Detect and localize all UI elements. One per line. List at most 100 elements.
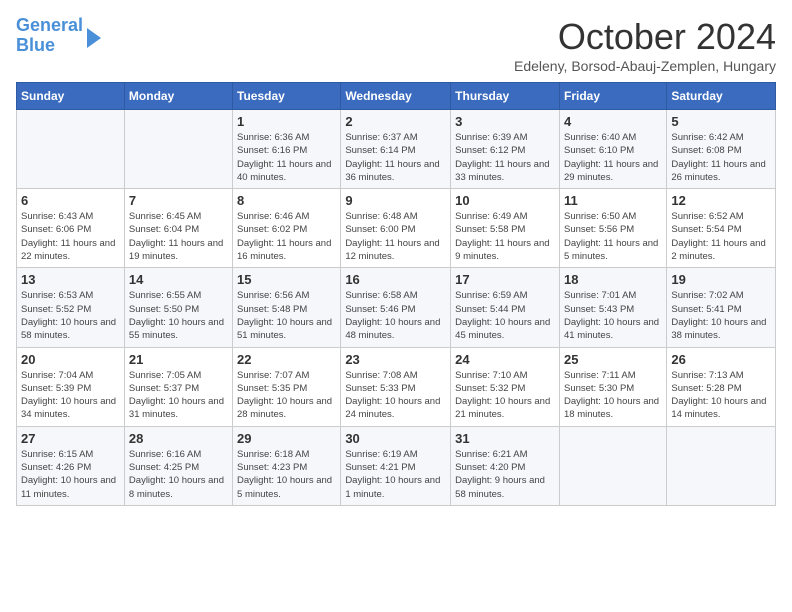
- day-number: 23: [345, 352, 446, 367]
- day-info: Sunrise: 6:46 AM Sunset: 6:02 PM Dayligh…: [237, 210, 336, 263]
- weekday-header-sunday: Sunday: [17, 83, 125, 110]
- calendar-cell: 17Sunrise: 6:59 AM Sunset: 5:44 PM Dayli…: [451, 268, 560, 347]
- calendar-cell: [124, 110, 232, 189]
- weekday-header-row: SundayMondayTuesdayWednesdayThursdayFrid…: [17, 83, 776, 110]
- calendar-cell: 4 Sunrise: 6:40 AM Sunset: 6:10 PM Daylig…: [559, 110, 666, 189]
- day-number: 14: [129, 272, 228, 287]
- day-number: 8: [237, 193, 336, 208]
- calendar-cell: [667, 426, 776, 505]
- day-number: 11: [564, 193, 662, 208]
- calendar-cell: 6 Sunrise: 6:43 AM Sunset: 6:06 PM Daylig…: [17, 189, 125, 268]
- weekday-header-wednesday: Wednesday: [341, 83, 451, 110]
- day-info: Sunrise: 7:02 AM Sunset: 5:41 PM Dayligh…: [671, 289, 771, 342]
- calendar-cell: 13 Sunrise: 6:53 AM Sunset: 5:52 PM Dayli…: [17, 268, 125, 347]
- calendar-cell: 18 Sunrise: 7:01 AM Sunset: 5:43 PM Dayli…: [559, 268, 666, 347]
- month-title: October 2024: [514, 16, 776, 58]
- day-info: Sunrise: 6:36 AM Sunset: 6:16 PM Dayligh…: [237, 131, 336, 184]
- day-info: Sunrise: 6:37 AM Sunset: 6:14 PM Dayligh…: [345, 131, 446, 184]
- day-info: Sunrise: 7:04 AM Sunset: 5:39 PM Dayligh…: [21, 369, 120, 422]
- day-number: 4: [564, 114, 662, 129]
- day-info: Sunrise: 7:08 AM Sunset: 5:33 PM Dayligh…: [345, 369, 446, 422]
- week-row-4: 20 Sunrise: 7:04 AM Sunset: 5:39 PM Dayli…: [17, 347, 776, 426]
- day-number: 1: [237, 114, 336, 129]
- calendar-cell: 24 Sunrise: 7:10 AM Sunset: 5:32 PM Dayli…: [451, 347, 560, 426]
- day-number: 18: [564, 272, 662, 287]
- day-number: 9: [345, 193, 446, 208]
- day-info: Sunrise: 6:19 AM Sunset: 4:21 PM Dayligh…: [345, 448, 446, 501]
- calendar-cell: 15Sunrise: 6:56 AM Sunset: 5:48 PM Dayli…: [233, 268, 341, 347]
- week-row-2: 6 Sunrise: 6:43 AM Sunset: 6:06 PM Daylig…: [17, 189, 776, 268]
- day-info: Sunrise: 7:13 AM Sunset: 5:28 PM Dayligh…: [671, 369, 771, 422]
- day-number: 24: [455, 352, 555, 367]
- day-info: Sunrise: 6:53 AM Sunset: 5:52 PM Dayligh…: [21, 289, 120, 342]
- logo-text: GeneralBlue: [16, 16, 83, 56]
- calendar-cell: 8 Sunrise: 6:46 AM Sunset: 6:02 PM Daylig…: [233, 189, 341, 268]
- day-number: 31: [455, 431, 555, 446]
- week-row-1: 1 Sunrise: 6:36 AM Sunset: 6:16 PM Daylig…: [17, 110, 776, 189]
- calendar-cell: 10Sunrise: 6:49 AM Sunset: 5:58 PM Dayli…: [451, 189, 560, 268]
- calendar-cell: 27Sunrise: 6:15 AM Sunset: 4:26 PM Dayli…: [17, 426, 125, 505]
- day-info: Sunrise: 6:50 AM Sunset: 5:56 PM Dayligh…: [564, 210, 662, 263]
- day-info: Sunrise: 6:52 AM Sunset: 5:54 PM Dayligh…: [671, 210, 771, 263]
- location-subtitle: Edeleny, Borsod-Abauj-Zemplen, Hungary: [514, 58, 776, 74]
- week-row-3: 13 Sunrise: 6:53 AM Sunset: 5:52 PM Dayli…: [17, 268, 776, 347]
- day-number: 22: [237, 352, 336, 367]
- calendar-cell: 29Sunrise: 6:18 AM Sunset: 4:23 PM Dayli…: [233, 426, 341, 505]
- day-number: 6: [21, 193, 120, 208]
- calendar-cell: 26 Sunrise: 7:13 AM Sunset: 5:28 PM Dayli…: [667, 347, 776, 426]
- day-number: 13: [21, 272, 120, 287]
- day-number: 5: [671, 114, 771, 129]
- day-number: 12: [671, 193, 771, 208]
- day-info: Sunrise: 6:48 AM Sunset: 6:00 PM Dayligh…: [345, 210, 446, 263]
- calendar-cell: 5 Sunrise: 6:42 AM Sunset: 6:08 PM Daylig…: [667, 110, 776, 189]
- day-number: 25: [564, 352, 662, 367]
- day-info: Sunrise: 7:10 AM Sunset: 5:32 PM Dayligh…: [455, 369, 555, 422]
- day-info: Sunrise: 7:07 AM Sunset: 5:35 PM Dayligh…: [237, 369, 336, 422]
- day-info: Sunrise: 6:56 AM Sunset: 5:48 PM Dayligh…: [237, 289, 336, 342]
- day-number: 21: [129, 352, 228, 367]
- day-info: Sunrise: 6:21 AM Sunset: 4:20 PM Dayligh…: [455, 448, 555, 501]
- day-number: 20: [21, 352, 120, 367]
- calendar-cell: 1 Sunrise: 6:36 AM Sunset: 6:16 PM Daylig…: [233, 110, 341, 189]
- day-info: Sunrise: 6:58 AM Sunset: 5:46 PM Dayligh…: [345, 289, 446, 342]
- day-number: 28: [129, 431, 228, 446]
- day-number: 26: [671, 352, 771, 367]
- day-info: Sunrise: 7:01 AM Sunset: 5:43 PM Dayligh…: [564, 289, 662, 342]
- title-block: October 2024 Edeleny, Borsod-Abauj-Zempl…: [514, 16, 776, 74]
- calendar-cell: 16Sunrise: 6:58 AM Sunset: 5:46 PM Dayli…: [341, 268, 451, 347]
- calendar-cell: 25 Sunrise: 7:11 AM Sunset: 5:30 PM Dayli…: [559, 347, 666, 426]
- day-info: Sunrise: 7:05 AM Sunset: 5:37 PM Dayligh…: [129, 369, 228, 422]
- calendar-cell: 20 Sunrise: 7:04 AM Sunset: 5:39 PM Dayli…: [17, 347, 125, 426]
- calendar-cell: 11 Sunrise: 6:50 AM Sunset: 5:56 PM Dayli…: [559, 189, 666, 268]
- day-info: Sunrise: 6:42 AM Sunset: 6:08 PM Dayligh…: [671, 131, 771, 184]
- day-info: Sunrise: 6:45 AM Sunset: 6:04 PM Dayligh…: [129, 210, 228, 263]
- logo: GeneralBlue: [16, 16, 101, 56]
- calendar-cell: 9 Sunrise: 6:48 AM Sunset: 6:00 PM Daylig…: [341, 189, 451, 268]
- day-info: Sunrise: 6:16 AM Sunset: 4:25 PM Dayligh…: [129, 448, 228, 501]
- day-info: Sunrise: 6:40 AM Sunset: 6:10 PM Dayligh…: [564, 131, 662, 184]
- calendar-cell: [17, 110, 125, 189]
- calendar-cell: 23 Sunrise: 7:08 AM Sunset: 5:33 PM Dayli…: [341, 347, 451, 426]
- day-info: Sunrise: 6:55 AM Sunset: 5:50 PM Dayligh…: [129, 289, 228, 342]
- day-info: Sunrise: 6:43 AM Sunset: 6:06 PM Dayligh…: [21, 210, 120, 263]
- calendar-cell: 19Sunrise: 7:02 AM Sunset: 5:41 PM Dayli…: [667, 268, 776, 347]
- calendar-cell: 14 Sunrise: 6:55 AM Sunset: 5:50 PM Dayli…: [124, 268, 232, 347]
- day-info: Sunrise: 6:39 AM Sunset: 6:12 PM Dayligh…: [455, 131, 555, 184]
- weekday-header-friday: Friday: [559, 83, 666, 110]
- calendar-cell: [559, 426, 666, 505]
- calendar-cell: 3Sunrise: 6:39 AM Sunset: 6:12 PM Daylig…: [451, 110, 560, 189]
- day-info: Sunrise: 6:49 AM Sunset: 5:58 PM Dayligh…: [455, 210, 555, 263]
- page-header: GeneralBlue October 2024 Edeleny, Borsod…: [16, 16, 776, 74]
- calendar-cell: 2Sunrise: 6:37 AM Sunset: 6:14 PM Daylig…: [341, 110, 451, 189]
- day-number: 27: [21, 431, 120, 446]
- calendar-cell: 30 Sunrise: 6:19 AM Sunset: 4:21 PM Dayli…: [341, 426, 451, 505]
- day-number: 17: [455, 272, 555, 287]
- day-number: 29: [237, 431, 336, 446]
- day-number: 7: [129, 193, 228, 208]
- calendar-table: SundayMondayTuesdayWednesdayThursdayFrid…: [16, 82, 776, 506]
- day-info: Sunrise: 7:11 AM Sunset: 5:30 PM Dayligh…: [564, 369, 662, 422]
- week-row-5: 27Sunrise: 6:15 AM Sunset: 4:26 PM Dayli…: [17, 426, 776, 505]
- calendar-cell: 21 Sunrise: 7:05 AM Sunset: 5:37 PM Dayli…: [124, 347, 232, 426]
- calendar-cell: 12 Sunrise: 6:52 AM Sunset: 5:54 PM Dayli…: [667, 189, 776, 268]
- day-number: 30: [345, 431, 446, 446]
